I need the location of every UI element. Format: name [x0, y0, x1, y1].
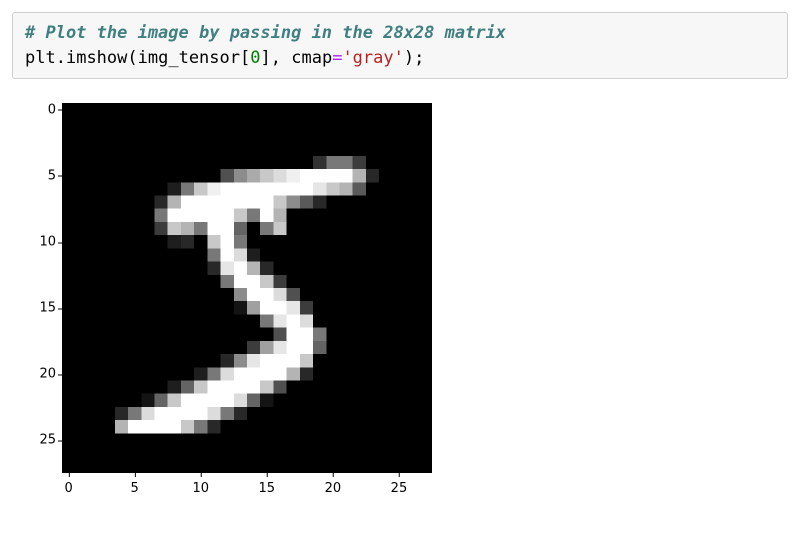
ytick-label: 25: [18, 433, 56, 448]
code-kwarg-value: 'gray': [342, 48, 403, 68]
code-cell: # Plot the image by passing in the 28x28…: [12, 12, 788, 79]
ytick-label: 20: [18, 367, 56, 382]
xtick-label: 20: [325, 481, 342, 496]
ytick-label: 10: [18, 235, 56, 250]
code-fn: imshow: [66, 48, 127, 68]
xtick-label: 15: [259, 481, 276, 496]
xtick-label: 10: [192, 481, 209, 496]
code-equals: =: [332, 48, 342, 68]
xtick-label: 5: [131, 481, 139, 496]
imshow-plot: 0 5 10 15 20 25 0 5 10 15 20 25: [18, 97, 448, 531]
code-arg-var: img_tensor: [138, 48, 240, 68]
xtick-label: 25: [391, 481, 408, 496]
code-module: plt: [25, 48, 56, 68]
code-comment: # Plot the image by passing in the 28x28…: [25, 23, 506, 43]
xtick-label: 0: [64, 481, 72, 496]
code-terminator: ;: [414, 48, 424, 68]
heatmap-image: [62, 103, 432, 473]
code-kwarg-name: cmap: [291, 48, 332, 68]
ytick-label: 0: [18, 102, 56, 117]
plot-axes: [62, 103, 432, 473]
ytick-label: 5: [18, 168, 56, 183]
code-arg-index: 0: [250, 48, 260, 68]
ytick-label: 15: [18, 301, 56, 316]
